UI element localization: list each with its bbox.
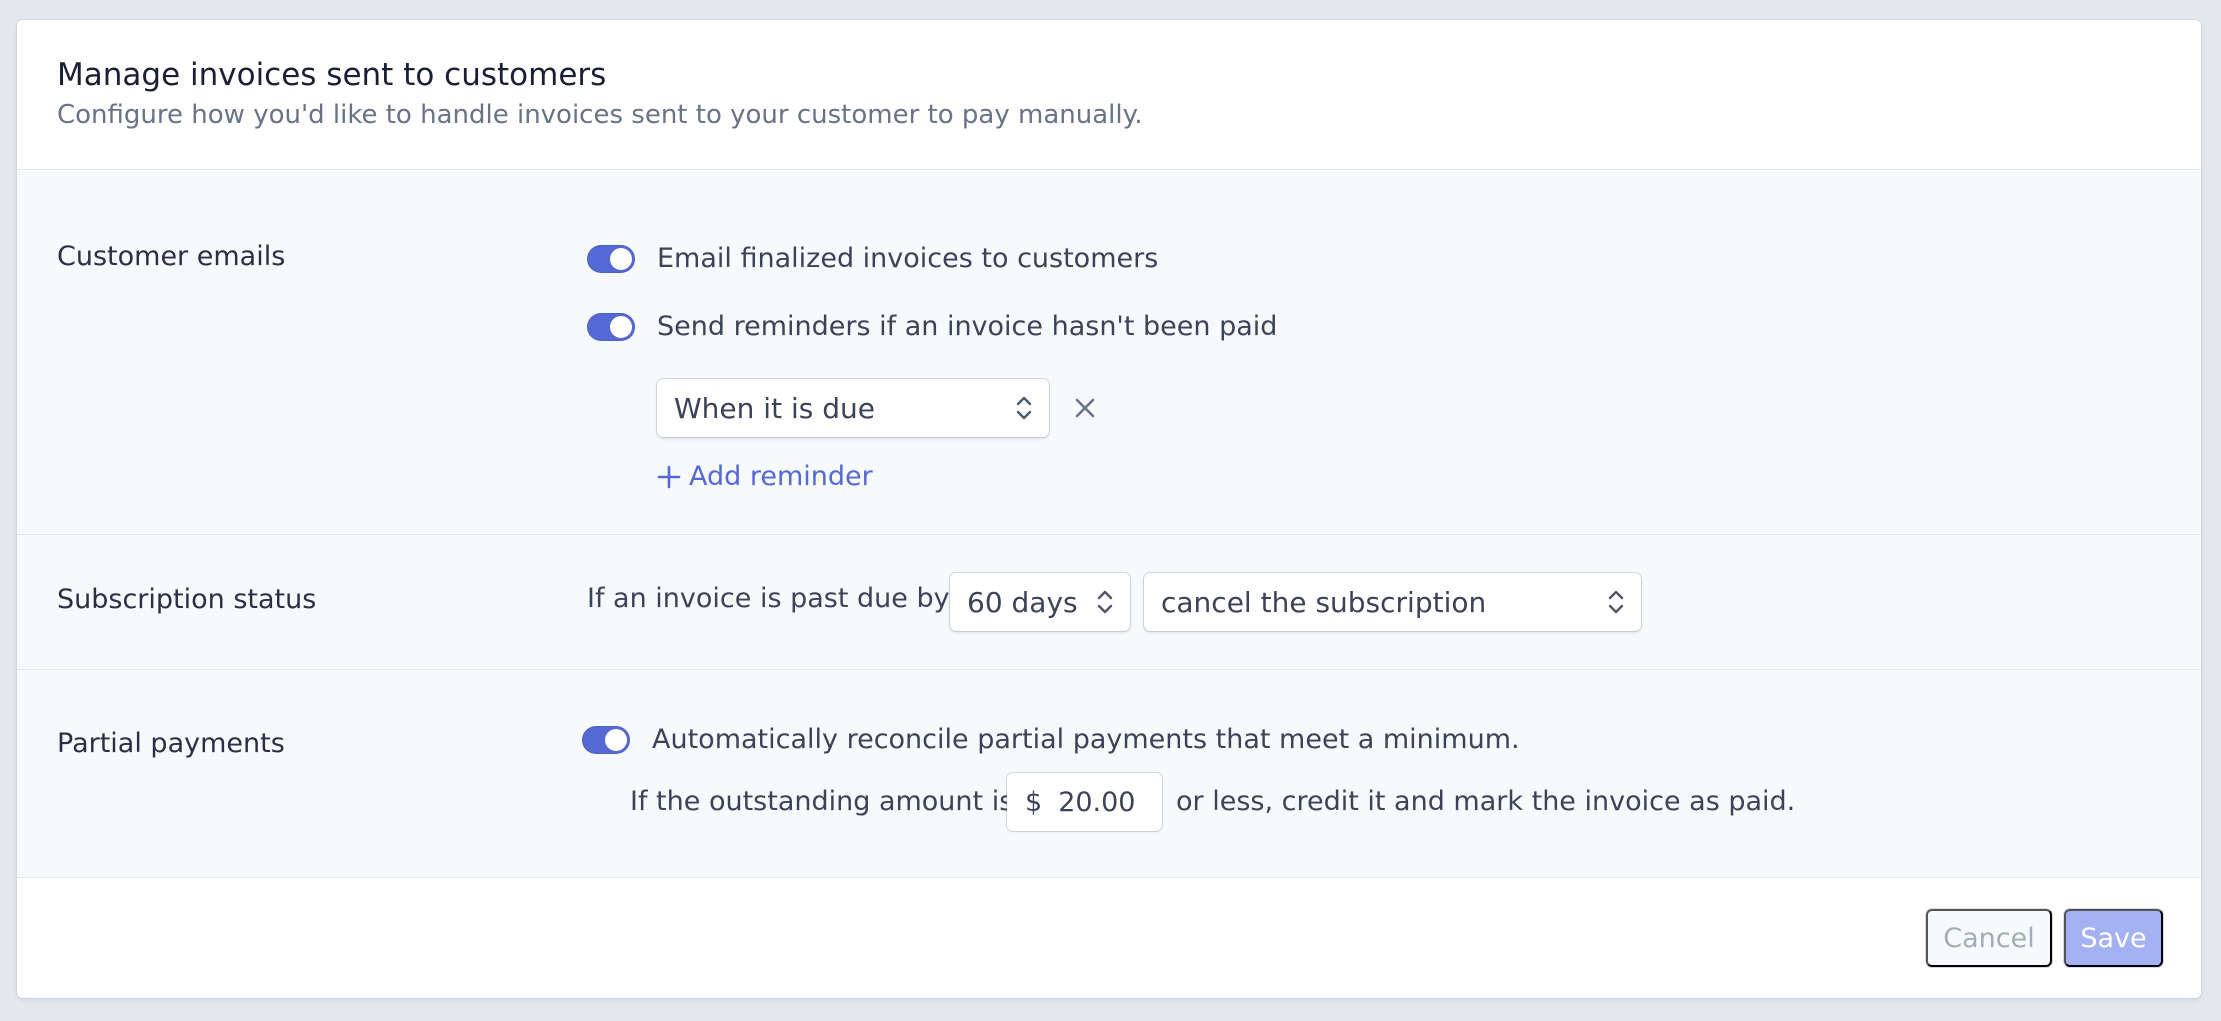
page-title: Manage invoices sent to customers — [57, 57, 607, 93]
reminder-timing-select[interactable]: When it is due — [657, 379, 1049, 437]
outstanding-prefix-row: If the outstanding amount is — [630, 786, 1013, 817]
currency-symbol: $ — [1025, 786, 1043, 818]
past-due-prefix-row: If an invoice is past due by — [587, 583, 950, 614]
subscription-status-label: Subscription status — [57, 584, 317, 615]
auto-reconcile-option: Automatically reconcile partial payments… — [582, 724, 1520, 755]
card-header: Manage invoices sent to customers Config… — [17, 20, 2201, 170]
close-icon — [1075, 398, 1095, 418]
plus-icon — [657, 465, 681, 488]
outstanding-prefix: If the outstanding amount is — [630, 786, 1014, 817]
outstanding-suffix: or less, credit it and mark the invoice … — [1176, 786, 1796, 817]
subscription-status-section: Subscription status If an invoice is pas… — [17, 535, 2201, 670]
reminder-timing-value: When it is due — [674, 391, 875, 425]
email-finalized-label: Email finalized invoices to customers — [657, 243, 1159, 274]
page-subtitle: Configure how you'd like to handle invoi… — [57, 100, 1143, 130]
customer-emails-label: Customer emails — [57, 241, 286, 272]
toggle-knob — [610, 315, 632, 338]
email-finalized-toggle[interactable] — [587, 244, 635, 273]
toggle-knob — [605, 728, 627, 751]
customer-emails-section: Customer emails Email finalized invoices… — [17, 171, 2201, 535]
subscription-action-value: cancel the subscription — [1161, 585, 1487, 619]
auto-reconcile-label: Automatically reconcile partial payments… — [652, 724, 1520, 755]
chevron-up-down-icon — [1016, 396, 1032, 420]
send-reminders-label: Send reminders if an invoice hasn't been… — [657, 311, 1278, 342]
invoice-settings-card: Manage invoices sent to customers Config… — [17, 20, 2201, 998]
chevron-up-down-icon — [1608, 590, 1624, 614]
subscription-action-select[interactable]: cancel the subscription — [1144, 573, 1641, 631]
chevron-up-down-icon — [1097, 590, 1113, 614]
auto-reconcile-toggle[interactable] — [582, 725, 630, 754]
outstanding-suffix-row: or less, credit it and mark the invoice … — [1176, 786, 1795, 817]
add-reminder-label: Add reminder — [689, 461, 873, 492]
past-due-days-value: 60 days — [967, 585, 1078, 619]
send-reminders-toggle[interactable] — [587, 312, 635, 341]
partial-payments-section: Partial payments Automatically reconcile… — [17, 670, 2201, 878]
add-reminder-link[interactable]: Add reminder — [657, 461, 873, 492]
email-finalized-option: Email finalized invoices to customers — [587, 243, 1158, 274]
past-due-days-select[interactable]: 60 days — [950, 573, 1130, 631]
cancel-button[interactable]: Cancel — [1926, 909, 2052, 967]
send-reminders-option: Send reminders if an invoice hasn't been… — [587, 311, 1277, 342]
past-due-prefix: If an invoice is past due by — [587, 583, 950, 614]
card-footer: Cancel Save — [17, 878, 2201, 998]
minimum-amount-input[interactable]: $ 20.00 — [1007, 773, 1162, 831]
partial-payments-label: Partial payments — [57, 728, 285, 759]
minimum-amount-value: 20.00 — [1058, 786, 1136, 818]
save-button[interactable]: Save — [2064, 909, 2163, 967]
remove-reminder-button[interactable] — [1071, 394, 1099, 422]
toggle-knob — [610, 247, 632, 270]
